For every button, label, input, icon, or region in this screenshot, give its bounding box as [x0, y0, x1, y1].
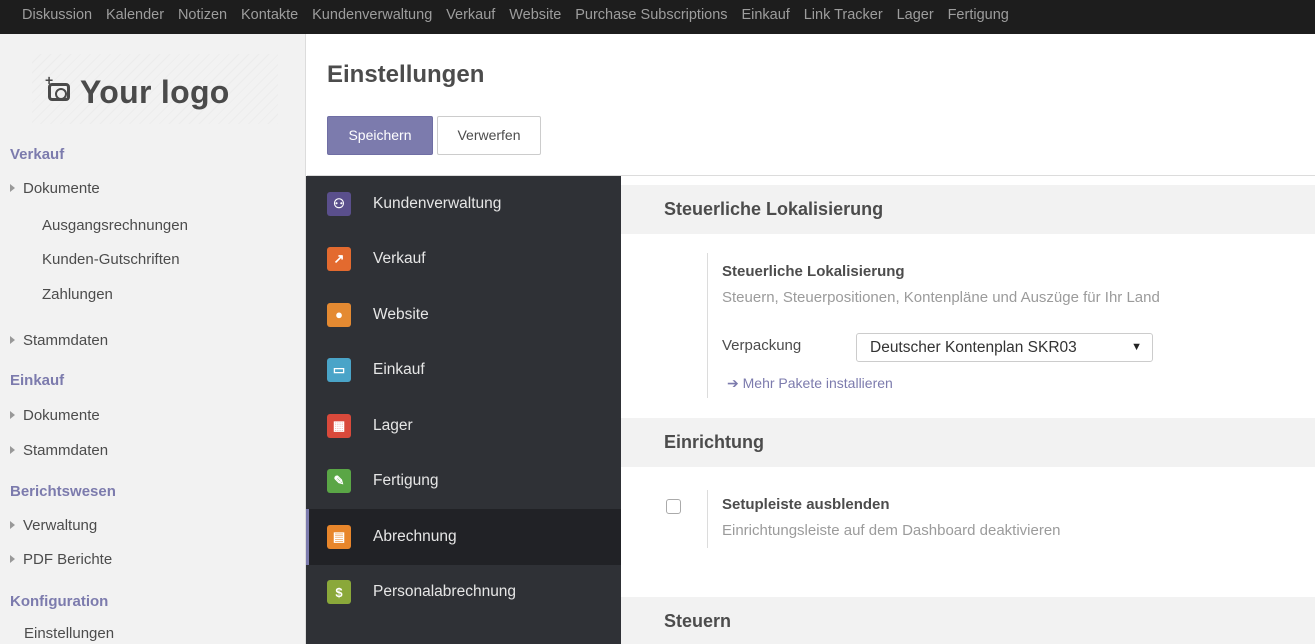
handshake-icon: ⚇ — [327, 191, 351, 216]
settings-content: Steuerliche Lokalisierung Steuerliche Lo… — [621, 176, 1315, 644]
chart-line-icon: ↗ — [327, 247, 351, 272]
top-menu-item-fertigung[interactable]: Fertigung — [948, 0, 1009, 30]
control-panel: Einstellungen Speichern Verwerfen — [307, 34, 1315, 176]
app-item-website[interactable]: ● Website — [306, 287, 621, 343]
app-item-abrechnung[interactable]: ▤ Abrechnung — [306, 509, 621, 565]
section-title: Steuerliche Lokalisierung — [664, 199, 884, 219]
app-item-personalabrechnung[interactable]: $ Personalabrechnung — [306, 565, 621, 621]
box-icon: ▦ — [327, 413, 351, 438]
app-item-label: Kundenverwaltung — [373, 194, 502, 212]
top-menu-item-kalender[interactable]: Kalender — [106, 0, 164, 30]
top-menu-item-lager[interactable]: Lager — [897, 0, 934, 30]
section-title: Steuern — [664, 611, 732, 631]
install-more-packages-link[interactable]: ➔ Mehr Pakete installieren — [727, 375, 893, 392]
divider — [707, 253, 708, 398]
app-item-einkauf[interactable]: ▭ Einkauf — [306, 343, 621, 399]
sidebar-item-ausgangsrechnungen[interactable]: Ausgangsrechnungen — [42, 217, 188, 234]
app-item-label: Personalabrechnung — [373, 583, 517, 601]
top-menu-item-notizen[interactable]: Notizen — [178, 0, 227, 30]
sidebar-item-einstellungen[interactable]: Einstellungen — [24, 625, 114, 642]
app-item-label: Einkauf — [373, 361, 425, 379]
logo-text: Your logo — [80, 74, 230, 110]
app-item-kundenverwaltung[interactable]: ⚇ Kundenverwaltung — [306, 176, 621, 232]
arrow-right-icon: ➔ — [727, 375, 739, 391]
app-item-fertigung[interactable]: ✎ Fertigung — [306, 454, 621, 510]
section-header: Steuerliche Lokalisierung — [621, 185, 1315, 234]
sidebar-item-label: Dokumente — [23, 407, 100, 424]
caret-right-icon — [10, 521, 15, 529]
app-item-label: Abrechnung — [373, 527, 457, 545]
logo[interactable]: Your logo — [45, 72, 230, 111]
sidebar-section-konfiguration[interactable]: Konfiguration — [10, 593, 108, 610]
sidebar: Your logo Verkauf Dokumente Ausgangsrech… — [0, 34, 306, 644]
top-menu-item-einkauf[interactable]: Einkauf — [741, 0, 789, 30]
section-title: Einrichtung — [664, 432, 764, 452]
app-item-label: Website — [373, 305, 429, 323]
sidebar-item-zahlungen[interactable]: Zahlungen — [42, 286, 113, 303]
sidebar-item-stammdaten[interactable]: Stammdaten — [10, 332, 108, 349]
caret-right-icon — [10, 336, 15, 344]
sidebar-item-label: Dokumente — [23, 180, 100, 197]
app-item-lager[interactable]: ▦ Lager — [306, 398, 621, 454]
sidebar-item-einkauf-stammdaten[interactable]: Stammdaten — [10, 442, 108, 459]
setting-title: Setupleiste ausblenden — [722, 496, 890, 513]
page-title: Einstellungen — [327, 61, 485, 88]
settings-app-menu: ⚇ Kundenverwaltung ↗ Verkauf ● Website ▭… — [306, 176, 621, 644]
sidebar-section-verkauf[interactable]: Verkauf — [10, 146, 64, 163]
payroll-icon: $ — [327, 580, 351, 605]
package-label: Verpackung — [722, 337, 802, 354]
section-header: Einrichtung — [621, 418, 1315, 467]
discard-button[interactable]: Verwerfen — [437, 116, 541, 155]
app-item-verkauf[interactable]: ↗ Verkauf — [306, 232, 621, 288]
caret-right-icon — [10, 184, 15, 192]
globe-icon: ● — [327, 302, 351, 327]
link-label: Mehr Pakete installieren — [742, 375, 893, 391]
package-select-value: Deutscher Kontenplan SKR03 — [870, 339, 1077, 356]
setting-description: Einrichtungsleiste auf dem Dashboard dea… — [722, 522, 1061, 539]
top-menu-item-purchase-subscriptions[interactable]: Purchase Subscriptions — [575, 0, 727, 30]
top-menu-item-kontakte[interactable]: Kontakte — [241, 0, 298, 30]
sidebar-item-label: Stammdaten — [23, 332, 109, 349]
top-menu-item-diskussion[interactable]: Diskussion — [22, 0, 92, 30]
sidebar-item-label: Verwaltung — [23, 517, 98, 534]
sidebar-item-label: Stammdaten — [23, 442, 109, 459]
sidebar-item-label: PDF Berichte — [23, 551, 113, 568]
app-item-label: Fertigung — [373, 472, 439, 490]
package-select[interactable]: Deutscher Kontenplan SKR03 ▼ — [856, 333, 1153, 362]
hide-setup-bar-checkbox[interactable] — [666, 499, 681, 514]
caret-right-icon — [10, 446, 15, 454]
save-button[interactable]: Speichern — [327, 116, 433, 155]
sidebar-section-einkauf[interactable]: Einkauf — [10, 372, 64, 389]
sidebar-item-dokumente[interactable]: Dokumente — [10, 180, 100, 197]
wrench-icon: ✎ — [327, 469, 351, 494]
divider — [707, 490, 708, 548]
section-header: Steuern — [621, 597, 1315, 644]
app-item-label: Lager — [373, 416, 413, 434]
credit-card-icon: ▭ — [327, 358, 351, 383]
sidebar-section-berichtswesen[interactable]: Berichtswesen — [10, 483, 116, 500]
caret-down-icon: ▼ — [1131, 341, 1142, 353]
setting-description: Steuern, Steuerpositionen, Kontenpläne u… — [722, 289, 1160, 306]
top-menu-item-website[interactable]: Website — [509, 0, 561, 30]
top-menu-item-verkauf[interactable]: Verkauf — [446, 0, 495, 30]
top-menu-item-kundenverwaltung[interactable]: Kundenverwaltung — [312, 0, 432, 30]
setting-title: Steuerliche Lokalisierung — [722, 263, 905, 280]
sidebar-item-pdf-berichte[interactable]: PDF Berichte — [10, 551, 112, 568]
invoice-icon: ▤ — [327, 524, 351, 549]
sidebar-item-kunden-gutschriften[interactable]: Kunden-Gutschriften — [42, 251, 180, 268]
camera-icon — [45, 72, 70, 101]
sidebar-item-einkauf-dokumente[interactable]: Dokumente — [10, 407, 100, 424]
top-menu-item-link-tracker[interactable]: Link Tracker — [804, 0, 883, 30]
sidebar-item-verwaltung[interactable]: Verwaltung — [10, 517, 97, 534]
caret-right-icon — [10, 555, 15, 563]
caret-right-icon — [10, 411, 15, 419]
app-item-label: Verkauf — [373, 250, 426, 268]
top-menu: Diskussion Kalender Notizen Kontakte Kun… — [0, 0, 1315, 34]
